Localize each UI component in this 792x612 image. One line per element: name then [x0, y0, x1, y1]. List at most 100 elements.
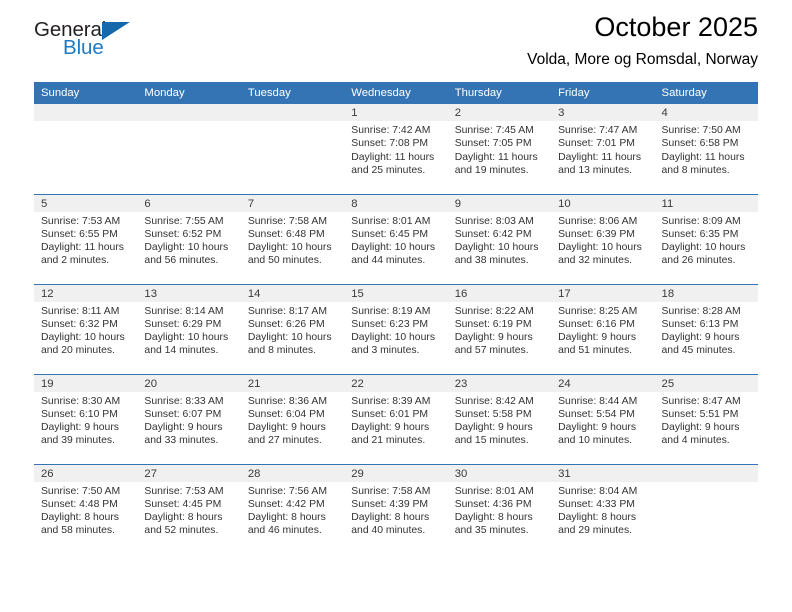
calendar-day-cell[interactable]: 21 Sunrise: 8:36 AM Sunset: 6:04 PM Dayligh… [240, 373, 345, 464]
calendar-day-cell[interactable]: 31 Sunrise: 8:04 AM Sunset: 4:33 PM Dayligh… [551, 463, 655, 554]
day-number: 22 [344, 374, 448, 392]
sunrise-time: Sunrise: 7:56 AM [247, 485, 327, 497]
calendar-day-cell[interactable]: 25 Sunrise: 8:47 AM Sunset: 5:51 PM Dayligh… [654, 373, 758, 464]
daylight-duration-line2: and 39 minutes. [41, 435, 115, 447]
daylight-duration-line1: Daylight: 10 hours [41, 332, 125, 344]
day-number: 19 [34, 374, 138, 392]
daylight-duration-line2: and 14 minutes. [144, 345, 219, 357]
day-details: Sunrise: 8:03 AM Sunset: 6:42 PM Daylight:… [448, 212, 551, 268]
daylight-duration-line2: and 25 minutes. [351, 164, 426, 176]
calendar-day-cell[interactable]: 7 Sunrise: 7:58 AM Sunset: 6:48 PM Daylight… [240, 193, 345, 284]
daylight-duration-line2: and 33 minutes. [144, 435, 219, 447]
sunset-time: Sunset: 5:58 PM [454, 408, 532, 420]
day-details: Sunrise: 8:28 AM Sunset: 6:13 PM Daylight:… [655, 302, 758, 358]
daylight-duration-line1: Daylight: 11 hours [454, 151, 538, 163]
weekday-header-row: Sunday Monday Tuesday Wednesday Thursday… [34, 82, 758, 104]
calendar-day-cell[interactable]: 23 Sunrise: 8:42 AM Sunset: 5:58 PM Dayligh… [447, 373, 552, 464]
daylight-duration-line2: and 8 minutes. [247, 345, 317, 357]
calendar-week-row: 19 Sunrise: 8:30 AM Sunset: 6:10 PM Dayligh… [34, 373, 758, 464]
calendar-day-cell[interactable]: 3 Sunrise: 7:47 AM Sunset: 7:01 PM Daylight… [551, 104, 655, 194]
daylight-duration-line2: and 15 minutes. [454, 435, 529, 447]
calendar-day-cell[interactable]: 22 Sunrise: 8:39 AM Sunset: 6:01 PM Dayligh… [344, 373, 448, 464]
day-number: 17 [551, 284, 655, 302]
day-number: 11 [654, 194, 758, 212]
day-number: 4 [654, 104, 758, 121]
day-details: Sunrise: 8:09 AM Sunset: 6:35 PM Daylight:… [655, 212, 758, 268]
title-block: October 2025 Volda, More og Romsdal, Nor… [527, 12, 758, 69]
day-details: Sunrise: 8:17 AM Sunset: 6:26 PM Daylight:… [241, 302, 344, 358]
daylight-duration-line2: and 26 minutes. [661, 255, 736, 267]
calendar-day-cell[interactable]: 29 Sunrise: 7:58 AM Sunset: 4:39 PM Dayligh… [344, 463, 448, 554]
calendar-day-cell[interactable]: 10 Sunrise: 8:06 AM Sunset: 6:39 PM Dayligh… [551, 193, 655, 284]
sunset-time: Sunset: 4:36 PM [454, 498, 532, 510]
daylight-duration-line1: Daylight: 11 hours [351, 151, 435, 163]
sunrise-time: Sunrise: 8:11 AM [41, 305, 120, 317]
day-number: 25 [654, 374, 758, 392]
daylight-duration-line2: and 35 minutes. [454, 525, 529, 537]
calendar-page: General Blue October 2025 Volda, More og… [0, 0, 792, 612]
sunset-time: Sunset: 6:10 PM [41, 408, 118, 420]
daylight-duration-line2: and 32 minutes. [558, 255, 633, 267]
calendar-day-cell[interactable]: 1 Sunrise: 7:42 AM Sunset: 7:08 PM Daylight… [344, 104, 448, 194]
calendar-day-cell[interactable]: 9 Sunrise: 8:03 AM Sunset: 6:42 PM Daylight… [447, 193, 552, 284]
calendar-day-cell[interactable]: 24 Sunrise: 8:44 AM Sunset: 5:54 PM Dayligh… [551, 373, 655, 464]
calendar-day-cell[interactable]: 28 Sunrise: 7:56 AM Sunset: 4:42 PM Dayligh… [240, 463, 345, 554]
calendar-day-cell[interactable]: 18 Sunrise: 8:28 AM Sunset: 6:13 PM Dayligh… [654, 283, 758, 374]
calendar-day-cell[interactable]: 19 Sunrise: 8:30 AM Sunset: 6:10 PM Dayligh… [34, 373, 138, 464]
sunset-time: Sunset: 6:48 PM [247, 228, 325, 240]
page-title: October 2025 [594, 12, 758, 42]
sunset-time: Sunset: 6:16 PM [558, 318, 635, 330]
calendar-day-cell[interactable]: 15 Sunrise: 8:19 AM Sunset: 6:23 PM Dayligh… [344, 283, 448, 374]
calendar-day-cell[interactable]: 20 Sunrise: 8:33 AM Sunset: 6:07 PM Dayligh… [137, 373, 241, 464]
day-number: 21 [240, 374, 345, 392]
calendar-day-cell[interactable]: 6 Sunrise: 7:55 AM Sunset: 6:52 PM Daylight… [137, 193, 241, 284]
sunrise-time: Sunrise: 8:06 AM [558, 215, 638, 227]
day-number: 26 [34, 464, 138, 482]
calendar-day-cell[interactable]: 26 Sunrise: 7:50 AM Sunset: 4:48 PM Dayligh… [34, 463, 138, 554]
sunset-time: Sunset: 6:29 PM [144, 318, 222, 330]
day-number: 30 [447, 464, 552, 482]
day-details: Sunrise: 8:39 AM Sunset: 6:01 PM Daylight:… [344, 392, 447, 448]
calendar-day-cell[interactable]: 30 Sunrise: 8:01 AM Sunset: 4:36 PM Dayligh… [447, 463, 552, 554]
calendar-day-cell[interactable]: 16 Sunrise: 8:22 AM Sunset: 6:19 PM Dayligh… [447, 283, 552, 374]
calendar-day-cell[interactable]: 8 Sunrise: 8:01 AM Sunset: 6:45 PM Daylight… [344, 193, 448, 284]
daylight-duration-line2: and 10 minutes. [558, 435, 633, 447]
calendar-day-cell[interactable]: 12 Sunrise: 8:11 AM Sunset: 6:32 PM Dayligh… [34, 283, 138, 374]
daylight-duration-line2: and 20 minutes. [41, 345, 115, 357]
day-details: Sunrise: 8:30 AM Sunset: 6:10 PM Daylight:… [34, 392, 137, 448]
day-details: Sunrise: 7:45 AM Sunset: 7:05 PM Daylight:… [448, 121, 551, 177]
day-details: Sunrise: 8:01 AM Sunset: 4:36 PM Daylight:… [448, 482, 551, 538]
sunset-time: Sunset: 7:08 PM [351, 138, 429, 150]
calendar-day-cell[interactable]: 13 Sunrise: 8:14 AM Sunset: 6:29 PM Dayligh… [137, 283, 241, 374]
calendar-day-cell[interactable]: 17 Sunrise: 8:25 AM Sunset: 6:16 PM Dayligh… [551, 283, 655, 374]
daylight-duration-line2: and 21 minutes. [351, 435, 426, 447]
sunset-time: Sunset: 5:54 PM [558, 408, 635, 420]
calendar-week-row: 1 Sunrise: 7:42 AM Sunset: 7:08 PM Daylight… [34, 104, 758, 194]
day-details: Sunrise: 7:58 AM Sunset: 6:48 PM Daylight:… [241, 212, 344, 268]
sunrise-time: Sunrise: 8:04 AM [558, 485, 638, 497]
calendar-day-cell[interactable]: 14 Sunrise: 8:17 AM Sunset: 6:26 PM Dayligh… [240, 283, 345, 374]
calendar-day-cell[interactable]: 5 Sunrise: 7:53 AM Sunset: 6:55 PM Daylight… [34, 193, 138, 284]
daylight-duration-line1: Daylight: 9 hours [454, 422, 533, 434]
day-details: Sunrise: 7:56 AM Sunset: 4:42 PM Daylight:… [241, 482, 344, 538]
calendar-day-cell[interactable]: 2 Sunrise: 7:45 AM Sunset: 7:05 PM Daylight… [447, 104, 552, 194]
day-details: Sunrise: 8:04 AM Sunset: 4:33 PM Daylight:… [551, 482, 654, 538]
sunset-time: Sunset: 7:05 PM [454, 138, 532, 150]
daylight-duration-line1: Daylight: 11 hours [661, 151, 745, 163]
calendar-day-cell[interactable]: 4 Sunrise: 7:50 AM Sunset: 6:58 PM Daylight… [654, 104, 758, 194]
daylight-duration-line1: Daylight: 10 hours [454, 242, 539, 254]
day-number: 5 [34, 194, 138, 212]
day-number: 9 [447, 194, 552, 212]
daylight-duration-line2: and 57 minutes. [454, 345, 529, 357]
brand-logo[interactable]: General Blue [34, 18, 144, 64]
sunset-time: Sunset: 7:01 PM [558, 138, 635, 150]
daylight-duration-line1: Daylight: 9 hours [558, 332, 637, 344]
sunset-time: Sunset: 4:48 PM [41, 498, 118, 510]
daylight-duration-line2: and 4 minutes. [661, 435, 730, 447]
sunrise-time: Sunrise: 8:42 AM [454, 395, 534, 407]
calendar-day-cell[interactable]: 27 Sunrise: 7:53 AM Sunset: 4:45 PM Dayligh… [137, 463, 241, 554]
calendar-body: 1 Sunrise: 7:42 AM Sunset: 7:08 PM Daylight… [34, 104, 758, 554]
sunset-time: Sunset: 6:58 PM [661, 138, 739, 150]
calendar-day-cell[interactable]: 11 Sunrise: 8:09 AM Sunset: 6:35 PM Dayligh… [654, 193, 758, 284]
sunset-time: Sunset: 6:42 PM [454, 228, 532, 240]
